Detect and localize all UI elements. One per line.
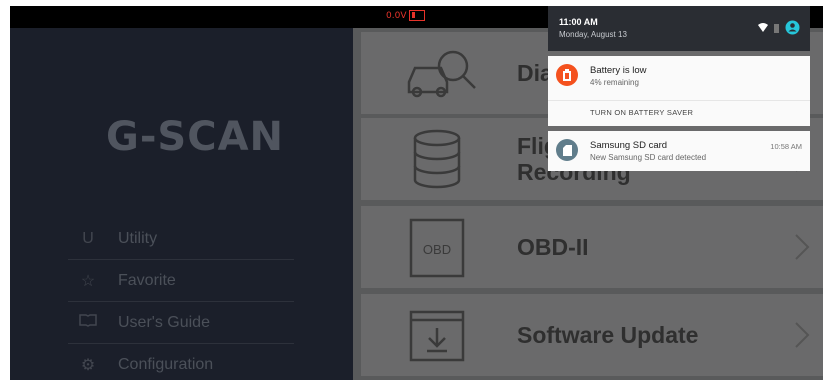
menu-tile-software-update[interactable]: Software Update	[361, 294, 823, 376]
chevron-right-icon	[795, 322, 810, 348]
battery-status-icon	[774, 23, 779, 33]
shade-header: 11:00 AM Monday, August 13	[548, 6, 810, 51]
battery-alert-icon	[556, 64, 578, 86]
database-icon	[405, 128, 469, 192]
notification-title: Samsung SD card	[590, 140, 668, 151]
sidebar-item-configuration[interactable]: ⚙ Configuration	[68, 344, 294, 380]
date: Monday, August 13	[559, 30, 627, 39]
sidebar-item-label: Utility	[118, 229, 158, 247]
notification-shade: 11:00 AM Monday, August 13 Battery is lo…	[548, 6, 810, 171]
menu-tile-obd2[interactable]: OBD OBD-II	[361, 206, 823, 288]
notification-time: 10:58 AM	[770, 142, 802, 151]
sidebar-item-label: Favorite	[118, 271, 176, 289]
car-diagnosis-icon	[405, 42, 476, 106]
book-icon	[68, 313, 108, 332]
wifi-icon	[758, 23, 768, 32]
app-window: 0.0V G-SCAN U Utility ☆ Favorite User's …	[10, 6, 823, 380]
chevron-right-icon	[795, 234, 810, 260]
sd-card-icon	[556, 139, 578, 161]
gear-icon: ⚙	[80, 357, 96, 374]
notification-title: Battery is low	[590, 65, 647, 76]
battery-icon	[409, 10, 425, 21]
tile-label: Software Update	[517, 322, 699, 348]
notification-subtitle: 4% remaining	[590, 78, 639, 87]
sidebar-item-users-guide[interactable]: User's Guide	[68, 302, 294, 344]
obd-icon: OBD	[405, 216, 469, 280]
quick-status-icons	[758, 20, 800, 35]
notification-battery-low[interactable]: Battery is low 4% remaining TURN ON BATT…	[548, 56, 810, 126]
download-icon	[405, 304, 469, 368]
app-logo: G-SCAN	[106, 114, 285, 160]
notification-sd-card[interactable]: Samsung SD card New Samsung SD card dete…	[548, 131, 810, 171]
utility-icon: U	[82, 229, 94, 247]
obd-icon-text: OBD	[423, 242, 451, 257]
star-icon: ☆	[80, 272, 96, 290]
voltage-readout: 0.0V	[386, 11, 407, 21]
divider	[548, 100, 810, 101]
sidebar-item-utility[interactable]: U Utility	[68, 218, 294, 260]
account-icon[interactable]	[785, 20, 800, 35]
tile-label: OBD-II	[517, 234, 589, 260]
clock: 11:00 AM	[559, 17, 598, 27]
sidebar-item-label: User's Guide	[118, 313, 210, 331]
sidebar-item-favorite[interactable]: ☆ Favorite	[68, 260, 294, 302]
notification-subtitle: New Samsung SD card detected	[590, 153, 707, 162]
sidebar: G-SCAN U Utility ☆ Favorite User's Guide…	[10, 28, 353, 380]
battery-saver-button[interactable]: TURN ON BATTERY SAVER	[590, 108, 693, 117]
sidebar-item-label: Configuration	[118, 356, 214, 373]
